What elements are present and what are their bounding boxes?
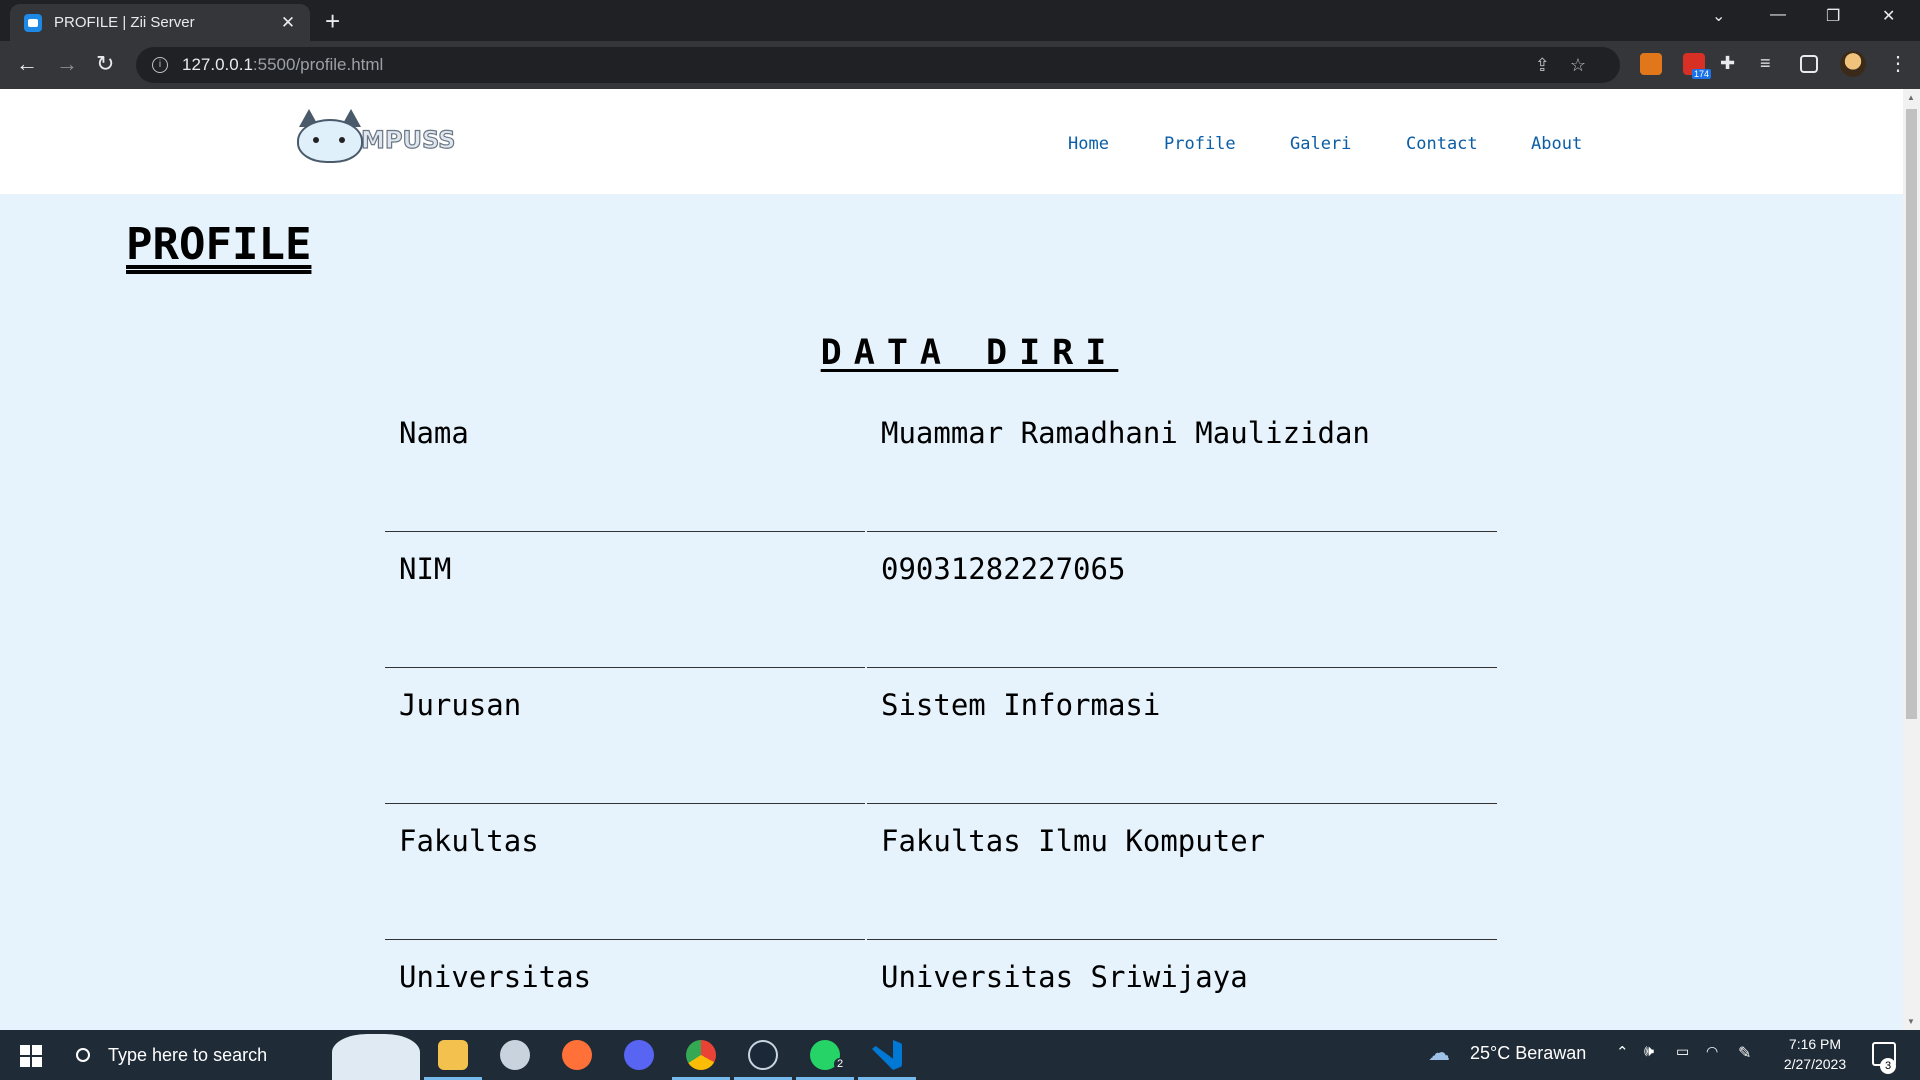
- browser-toolbar: ← → ↻ i 127.0.0.1 :5500/profile.html ⇪☆ …: [0, 41, 1920, 89]
- nav-link-profile[interactable]: Profile: [1164, 134, 1236, 154]
- scrollbar-thumb[interactable]: [1906, 109, 1917, 719]
- metamask-extension-icon[interactable]: [1640, 53, 1662, 75]
- share-bookmark-icons[interactable]: ⇪☆: [1535, 55, 1606, 76]
- row-value: Muammar Ramadhani Maulizidan: [867, 396, 1497, 532]
- profile-avatar[interactable]: [1840, 51, 1866, 77]
- page-title: PROFILE: [126, 219, 312, 270]
- minimize-icon[interactable]: —: [1770, 6, 1786, 24]
- site-info-icon[interactable]: i: [152, 57, 168, 73]
- whatsapp-badge: 2: [834, 1058, 847, 1070]
- battery-icon[interactable]: ▭: [1676, 1043, 1689, 1060]
- browser-tab[interactable]: PROFILE | Zii Server ✕: [10, 4, 310, 41]
- restore-icon[interactable]: ❐: [1826, 6, 1840, 26]
- scroll-down-icon[interactable]: ▼: [1907, 1017, 1915, 1026]
- forward-icon[interactable]: →: [56, 53, 78, 75]
- notification-count: 3: [1880, 1058, 1896, 1074]
- clock-time: 7:16 PM: [1788, 1036, 1842, 1052]
- site-logo[interactable]: MPUSS: [295, 109, 456, 163]
- table-row: Fakultas Fakultas Ilmu Komputer: [385, 804, 1497, 940]
- address-bar[interactable]: i 127.0.0.1 :5500/profile.html ⇪☆: [136, 47, 1620, 83]
- table-row: Jurusan Sistem Informasi: [385, 668, 1497, 804]
- nav-link-home[interactable]: Home: [1068, 134, 1109, 154]
- scroll-up-icon[interactable]: ▲: [1907, 93, 1915, 102]
- close-window-icon[interactable]: ✕: [1882, 6, 1895, 26]
- row-value: Fakultas Ilmu Komputer: [867, 804, 1497, 940]
- back-icon[interactable]: ←: [16, 53, 38, 75]
- chrome-menu-icon[interactable]: ⋮: [1888, 53, 1908, 75]
- extension-badge: 174: [1692, 69, 1712, 79]
- table-row: Universitas Universitas Sriwijaya: [385, 940, 1497, 1030]
- row-value: 09031282227065: [867, 532, 1497, 668]
- clock-date: 2/27/2023: [1783, 1056, 1847, 1072]
- tab-close-icon[interactable]: ✕: [278, 13, 298, 33]
- row-key: Jurusan: [385, 668, 865, 804]
- side-panel-icon[interactable]: [1800, 55, 1818, 73]
- row-key: Fakultas: [385, 804, 865, 940]
- site-favicon-icon: [24, 13, 42, 32]
- volume-icon[interactable]: 🕪: [1644, 1043, 1654, 1061]
- table-row: NIM 09031282227065: [385, 532, 1497, 668]
- tab-title: PROFILE | Zii Server: [54, 14, 195, 31]
- weather-text[interactable]: 25°C Berawan: [1470, 1043, 1586, 1064]
- nav-link-contact[interactable]: Contact: [1406, 134, 1478, 154]
- media-queue-icon[interactable]: ≡: [1760, 53, 1782, 75]
- nav-link-galeri[interactable]: Galeri: [1290, 134, 1351, 154]
- reload-icon[interactable]: ↻: [96, 53, 114, 75]
- vscode-icon[interactable]: [872, 1040, 902, 1070]
- pen-icon[interactable]: ✎: [1738, 1043, 1751, 1063]
- table-row: Nama Muammar Ramadhani Maulizidan: [385, 396, 1497, 532]
- weather-cloud-icon: ☁: [1428, 1040, 1450, 1065]
- logo-text: MPUSS: [360, 125, 456, 154]
- url-host: 127.0.0.1: [182, 55, 253, 74]
- browser-tab-strip: PROFILE | Zii Server ✕ + ⌄ — ❐ ✕: [0, 0, 1920, 41]
- chrome-icon[interactable]: [686, 1040, 716, 1070]
- row-key: Nama: [385, 396, 865, 532]
- extensions-puzzle-icon[interactable]: ✚: [1720, 53, 1742, 75]
- row-value: Universitas Sriwijaya: [867, 940, 1497, 1030]
- page-viewport: MPUSS Home Profile Galeri Contact About …: [0, 89, 1903, 1030]
- snipping-tool-icon[interactable]: [500, 1040, 530, 1070]
- search-placeholder: Type here to search: [108, 1044, 268, 1065]
- search-highlight-bear-icon: [332, 1034, 420, 1080]
- profile-table: Nama Muammar Ramadhani Maulizidan NIM 09…: [385, 396, 1497, 1030]
- nav-link-about[interactable]: About: [1531, 134, 1582, 154]
- search-icon: [76, 1048, 90, 1062]
- cat-logo-icon: [295, 109, 367, 163]
- wifi-icon[interactable]: ◠: [1706, 1043, 1718, 1060]
- row-value: Sistem Informasi: [867, 668, 1497, 804]
- row-key: NIM: [385, 532, 865, 668]
- app-icon[interactable]: [624, 1040, 654, 1070]
- firefox-icon[interactable]: [562, 1040, 592, 1070]
- steam-icon[interactable]: [748, 1040, 778, 1070]
- windows-taskbar: Type here to search 2 ☁ 25°C Berawan ⌃ 🕪…: [0, 1030, 1920, 1080]
- new-tab-button[interactable]: +: [325, 8, 340, 34]
- windows-start-icon[interactable]: [20, 1045, 42, 1067]
- row-key: Universitas: [385, 940, 865, 1030]
- page-scrollbar[interactable]: ▲ ▼: [1903, 89, 1920, 1030]
- tab-search-chevron-icon[interactable]: ⌄: [1712, 6, 1725, 26]
- section-title: DATA DIRI: [820, 333, 1119, 373]
- tray-chevron-icon[interactable]: ⌃: [1616, 1043, 1629, 1061]
- taskbar-clock[interactable]: 7:16 PM 2/27/2023: [1760, 1034, 1870, 1074]
- file-explorer-icon[interactable]: [438, 1040, 468, 1070]
- url-path: :5500/profile.html: [252, 55, 384, 74]
- site-header: MPUSS Home Profile Galeri Contact About: [0, 89, 1903, 194]
